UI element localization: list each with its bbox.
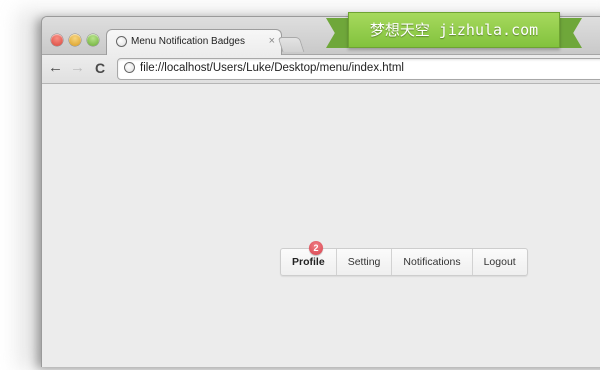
menu-item-logout[interactable]: Logout bbox=[473, 249, 527, 275]
browser-window: Menu Notification Badges × ← → C file://… bbox=[41, 16, 600, 367]
reload-button[interactable]: C bbox=[95, 60, 105, 76]
url-text[interactable]: file://localhost/Users/Luke/Desktop/menu… bbox=[140, 62, 404, 74]
tab-menu-notification-badges[interactable]: Menu Notification Badges × bbox=[106, 29, 282, 56]
watermark-text: 梦想天空 jizhula.com bbox=[369, 21, 539, 39]
menu-bar: Profile 2 Setting Notifications Logout bbox=[280, 241, 528, 276]
ribbon-body: 梦想天空 jizhula.com bbox=[348, 12, 560, 48]
close-window-button[interactable] bbox=[51, 34, 63, 46]
menu-item-notifications[interactable]: Notifications bbox=[392, 249, 473, 275]
forward-button[interactable]: → bbox=[70, 60, 85, 76]
back-button[interactable]: ← bbox=[48, 60, 63, 76]
menu-item-profile[interactable]: Profile 2 bbox=[281, 241, 337, 275]
watermark-ribbon: 梦想天空 jizhula.com bbox=[326, 10, 582, 60]
tab-title: Menu Notification Badges bbox=[131, 36, 245, 47]
menu-item-label: Logout bbox=[483, 256, 516, 268]
page-content: Profile 2 Setting Notifications Logout bbox=[42, 84, 600, 367]
notification-badge: 2 bbox=[309, 241, 323, 255]
globe-icon bbox=[116, 36, 127, 47]
close-tab-icon[interactable]: × bbox=[269, 35, 275, 47]
menu-item-label: Notifications bbox=[403, 256, 461, 268]
menu-item-label: Profile bbox=[292, 256, 325, 268]
new-tab-button[interactable] bbox=[277, 37, 305, 52]
menu-item-label: Setting bbox=[347, 256, 381, 268]
page-globe-icon bbox=[124, 62, 135, 73]
minimize-window-button[interactable] bbox=[69, 34, 81, 46]
menu-item-setting[interactable]: Setting bbox=[337, 249, 393, 275]
maximize-window-button[interactable] bbox=[87, 34, 99, 46]
address-bar[interactable]: file://localhost/Users/Luke/Desktop/menu… bbox=[117, 58, 600, 80]
